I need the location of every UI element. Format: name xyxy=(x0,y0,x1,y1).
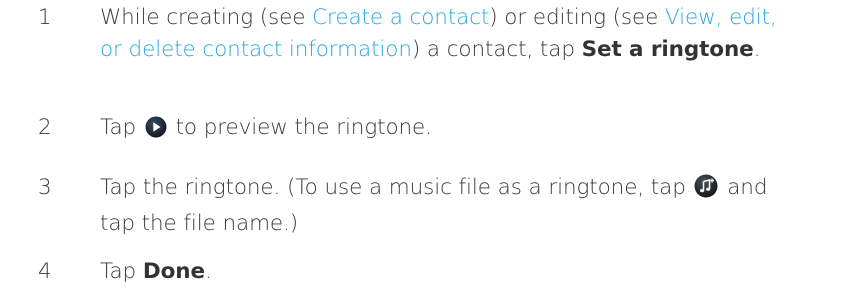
step-text: Tap the ringtone. (To use a music file a… xyxy=(100,172,800,240)
play-icon xyxy=(145,116,167,148)
step-text-segment: Tap the ringtone. (To use a music file a… xyxy=(100,175,693,200)
step-text-segment: Tap xyxy=(100,115,143,140)
step-text-segment: . xyxy=(753,37,761,62)
step-text-segment: ) or editing (see xyxy=(489,5,666,30)
step-text: While creating (see Create a contact) or… xyxy=(100,2,800,66)
step-text-segment: Tap xyxy=(100,259,143,284)
step-number: 3 xyxy=(38,175,52,200)
step-text: Tap Done. xyxy=(100,256,800,288)
step-text-segment: . xyxy=(204,259,212,284)
step-number: 2 xyxy=(38,115,52,140)
set-ringtone-label: Set a ringtone xyxy=(581,37,754,62)
step-text-segment: ) a contact, tap xyxy=(411,37,582,62)
done-label: Done xyxy=(142,259,205,284)
step-text-segment: While creating (see xyxy=(100,5,313,30)
music-note-icon xyxy=(694,174,718,208)
step-text: Tap to preview the ringtone. xyxy=(100,112,800,148)
step-number: 1 xyxy=(38,5,52,30)
create-contact-link[interactable]: Create a contact xyxy=(312,5,489,30)
step-text-segment: to preview the ringtone. xyxy=(168,115,432,140)
step-number: 4 xyxy=(38,259,52,284)
